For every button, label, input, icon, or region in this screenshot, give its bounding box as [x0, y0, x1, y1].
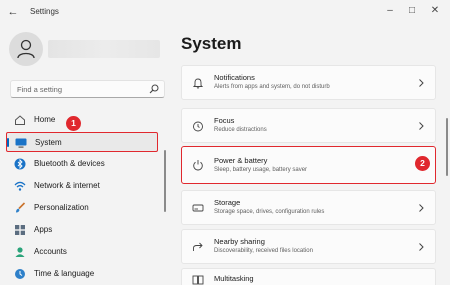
sidebar-item-label: Network & internet: [34, 181, 100, 190]
sidebar-item-system[interactable]: System: [6, 132, 158, 152]
sidebar-item-network[interactable]: Network & internet: [6, 176, 158, 196]
avatar[interactable]: [9, 32, 43, 66]
card-title: Power & battery: [214, 156, 268, 165]
step-1-badge: 1: [66, 116, 81, 131]
sidebar-item-label: Personalization: [34, 203, 89, 212]
sidebar-item-label: Time & language: [34, 269, 95, 278]
card-title: Nearby sharing: [214, 237, 265, 246]
back-arrow-icon[interactable]: ←: [6, 5, 20, 19]
sidebar-item-accounts[interactable]: Accounts: [6, 242, 158, 262]
maximize-icon[interactable]: □: [405, 4, 419, 18]
brush-icon: [16, 202, 26, 213]
minimize-icon[interactable]: –: [383, 4, 397, 18]
card-title: Focus: [214, 116, 235, 125]
chevron-right-icon: [419, 243, 424, 251]
globe-clock-icon: [15, 269, 25, 279]
sidebar-item-time-language[interactable]: Time & language: [6, 264, 158, 284]
bluetooth-icon: [14, 158, 26, 170]
sidebar-item-label: Home: [34, 115, 56, 124]
wifi-icon: [14, 181, 26, 191]
search-box[interactable]: [10, 80, 165, 98]
main-scrollbar[interactable]: [446, 118, 448, 176]
sidebar-item-personalization[interactable]: Personalization: [6, 198, 158, 218]
apps-icon: [15, 225, 25, 235]
storage-card[interactable]: Storage Storage space, drives, configura…: [181, 190, 436, 225]
card-title: Notifications: [214, 73, 255, 82]
username-redacted: [48, 40, 160, 58]
notifications-card[interactable]: Notifications Alerts from apps and syste…: [181, 65, 436, 100]
nearby-sharing-card[interactable]: Nearby sharing Discoverability, received…: [181, 229, 436, 264]
close-icon[interactable]: ✕: [428, 4, 442, 18]
card-subtitle: Alerts from apps and system, do not dist…: [214, 84, 330, 90]
multitasking-icon: [192, 275, 204, 285]
page-title: System: [181, 34, 242, 53]
sidebar-item-home[interactable]: Home: [6, 110, 158, 130]
card-subtitle: Reduce distractions: [214, 127, 267, 133]
account-icon: [15, 247, 25, 257]
sidebar-item-apps[interactable]: Apps: [6, 220, 158, 240]
multitasking-card[interactable]: Multitasking: [181, 268, 436, 285]
power-battery-card[interactable]: Power & battery Sleep, battery usage, ba…: [181, 146, 436, 184]
focus-icon: [193, 121, 203, 132]
sidebar-item-bluetooth[interactable]: Bluetooth & devices: [6, 154, 158, 174]
title-bar: ← Settings – □ ✕: [0, 0, 450, 24]
sidebar-item-label: Accounts: [34, 247, 67, 256]
power-icon: [193, 160, 203, 171]
monitor-icon: [15, 138, 27, 148]
bell-icon: [192, 78, 204, 89]
chevron-right-icon: [419, 204, 424, 212]
app-title: Settings: [30, 7, 59, 16]
sidebar-scrollbar[interactable]: [164, 150, 166, 212]
sidebar-item-label: Apps: [34, 225, 53, 234]
card-subtitle: Storage space, drives, configuration rul…: [214, 209, 325, 215]
focus-card[interactable]: Focus Reduce distractions: [181, 108, 436, 143]
chevron-right-icon: [419, 122, 424, 130]
storage-icon: [192, 204, 204, 212]
card-title: Storage: [214, 198, 241, 207]
sidebar-item-label: Bluetooth & devices: [34, 159, 105, 168]
chevron-right-icon: [419, 79, 424, 87]
card-subtitle: Sleep, battery usage, battery saver: [214, 167, 308, 173]
card-subtitle: Discoverability, received files location: [214, 248, 313, 254]
person-icon: [17, 39, 35, 59]
sidebar-item-label: System: [35, 138, 62, 147]
step-2-badge: 2: [415, 156, 430, 171]
share-icon: [193, 242, 203, 251]
search-icon[interactable]: [149, 84, 159, 94]
home-icon: [15, 115, 25, 125]
search-input[interactable]: [17, 84, 145, 95]
card-title: Multitasking: [214, 274, 254, 283]
